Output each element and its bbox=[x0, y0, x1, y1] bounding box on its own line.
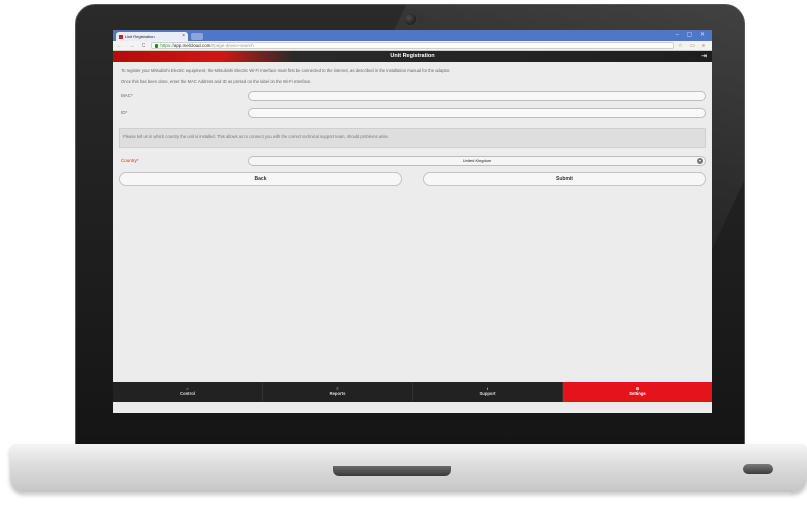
browser-tab-title: Unit Registration bbox=[125, 34, 155, 39]
url-scheme: https:// bbox=[160, 43, 174, 48]
new-tab-button[interactable] bbox=[191, 33, 203, 40]
intro-paragraph-1: To register your Mitsubishi Electric equ… bbox=[121, 68, 451, 73]
laptop-screen: Unit Registration × – ▢ ✕ ← → C https://… bbox=[113, 30, 712, 413]
nav-tab-label: Settings bbox=[629, 391, 646, 396]
nav-tab-control[interactable]: ⌂ Control bbox=[113, 382, 263, 402]
id-label: ID* bbox=[121, 110, 128, 115]
logout-icon[interactable]: ⇥ bbox=[701, 52, 707, 61]
country-label: Country* bbox=[121, 158, 139, 163]
window-controls[interactable]: – ▢ ✕ bbox=[676, 31, 708, 38]
bottom-nav: ⌂ Control ≡ Reports i Support ⚙ Settings bbox=[113, 382, 712, 402]
nav-tab-label: Control bbox=[180, 391, 195, 396]
country-notice: Please tell us in which country the unit… bbox=[119, 128, 706, 148]
form-actions: Back Submit bbox=[113, 172, 712, 188]
app-header: Unit Registration ⇥ bbox=[113, 51, 712, 62]
webcam bbox=[403, 12, 417, 26]
page-favicon-icon bbox=[119, 34, 123, 39]
browser-tab-bar: Unit Registration × – ▢ ✕ bbox=[113, 30, 712, 41]
id-input[interactable] bbox=[248, 108, 706, 118]
power-indicator bbox=[743, 464, 773, 474]
nav-tab-settings[interactable]: ⚙ Settings bbox=[563, 382, 712, 402]
mac-row: MAC* bbox=[113, 90, 712, 104]
chevron-down-icon: ▾ bbox=[697, 158, 703, 164]
url-field[interactable]: https:// app.melcloud.com /#page-device-… bbox=[151, 42, 675, 49]
intro-text: To register your Mitsubishi Electric equ… bbox=[113, 62, 712, 84]
country-selected-value: United Kingdom bbox=[462, 158, 492, 163]
country-select[interactable]: United Kingdom ▾ bbox=[248, 156, 706, 166]
nav-tab-support[interactable]: i Support bbox=[413, 382, 563, 402]
browser-tab[interactable]: Unit Registration × bbox=[116, 32, 188, 41]
mac-label: MAC* bbox=[121, 93, 133, 98]
back-button[interactable]: Back bbox=[119, 172, 402, 186]
registration-form: To register your Mitsubishi Electric equ… bbox=[113, 62, 712, 402]
lock-icon bbox=[155, 43, 159, 48]
submit-button[interactable]: Submit bbox=[423, 172, 706, 186]
nav-tab-label: Reports bbox=[329, 391, 346, 396]
laptop-base bbox=[10, 444, 807, 492]
url-path: /#page-device-search bbox=[210, 43, 254, 48]
browser-nav-buttons[interactable]: ← → C bbox=[113, 43, 148, 49]
intro-paragraph-2: Once this has been done, enter the MAC A… bbox=[121, 79, 312, 84]
mac-input[interactable] bbox=[248, 91, 706, 101]
url-host: app.melcloud.com bbox=[173, 43, 211, 48]
id-row: ID* bbox=[113, 107, 712, 121]
base-notch bbox=[333, 466, 451, 476]
nav-tab-label: Support bbox=[479, 391, 496, 396]
tab-close-icon[interactable]: × bbox=[182, 32, 185, 41]
laptop-base-edge bbox=[22, 490, 792, 496]
nav-tab-reports[interactable]: ≡ Reports bbox=[263, 382, 413, 402]
page-title: Unit Registration bbox=[390, 53, 435, 59]
country-row: Country* United Kingdom ▾ bbox=[113, 155, 712, 169]
address-bar: ← → C https:// app.melcloud.com /#page-d… bbox=[113, 41, 712, 51]
browser-menu-icons[interactable]: ☆ ▭ ≡ bbox=[674, 43, 712, 49]
